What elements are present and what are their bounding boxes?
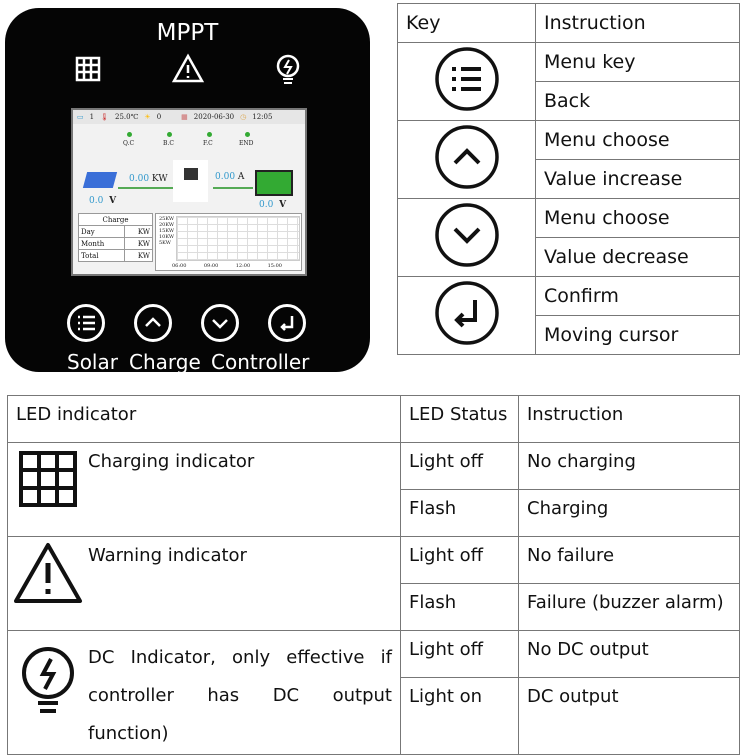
instruction: Charging xyxy=(518,489,740,537)
instruction: Confirm xyxy=(535,276,740,316)
grid-icon xyxy=(19,451,77,507)
led-status: Light on xyxy=(400,677,519,755)
instruction: No DC output xyxy=(518,630,740,678)
battery-voltage: 0.0 xyxy=(259,200,274,210)
x-tick: 15:00 xyxy=(267,263,282,269)
current: 0.00 xyxy=(215,172,236,182)
header-key: Key xyxy=(397,3,536,43)
down-button[interactable] xyxy=(201,304,239,342)
bulb-icon xyxy=(276,54,300,84)
battery-number: 1 xyxy=(89,113,95,121)
charge-table: Charge Day KW Month KW Total KW xyxy=(78,213,154,262)
key-label-charge: Charge xyxy=(129,350,201,374)
controller-icon xyxy=(173,160,208,202)
enter-icon xyxy=(434,281,499,345)
key-label-controller: Controller xyxy=(211,350,310,374)
row-label: Total xyxy=(78,249,125,262)
row-label: Day xyxy=(78,225,125,238)
chevron-down-icon xyxy=(434,203,499,267)
header-status: LED Status xyxy=(400,395,519,443)
pv-power-unit: KW xyxy=(151,174,168,184)
y-tick: 5KW xyxy=(159,240,171,246)
sun-value: 0 xyxy=(156,113,162,121)
temperature: 25.0℃ xyxy=(114,113,139,121)
x-tick: 12:00 xyxy=(235,263,251,269)
led-status: Light off xyxy=(400,442,519,490)
chevron-up-icon xyxy=(434,125,499,189)
device-title: MPPT xyxy=(156,20,219,46)
led-name: Warning indicator xyxy=(88,545,247,566)
instruction: Moving cursor xyxy=(535,315,740,355)
stage-qc: Q.C xyxy=(123,140,135,147)
lcd-screen: ▭ 1 🌡 25.0℃ ☀ 0 ▦ 2020-06-30 ◷ 12:05 Q.C B.C … xyxy=(71,108,307,276)
battery-icon xyxy=(255,170,293,196)
instruction: No charging xyxy=(518,442,740,490)
stage-bc: B.C xyxy=(163,140,174,147)
instruction: Menu choose xyxy=(535,120,740,160)
row-unit: KW xyxy=(123,237,154,250)
time: 12:05 xyxy=(252,113,273,121)
header-led: LED indicator xyxy=(7,395,401,443)
stage-fc: F.C xyxy=(203,140,213,147)
battery-voltage-unit: V xyxy=(279,200,287,210)
row-unit: KW xyxy=(123,225,154,238)
grid-icon xyxy=(75,56,101,82)
led-status: Flash xyxy=(400,583,519,631)
row-unit: KW xyxy=(123,249,154,262)
up-button[interactable] xyxy=(134,304,172,342)
header-instruction: Instruction xyxy=(518,395,740,443)
led-name: DC Indicator, only effective if controll… xyxy=(88,647,392,744)
instruction: DC output xyxy=(518,677,740,755)
pv-voltage: 0.0 xyxy=(89,196,104,206)
instruction: Menu choose xyxy=(535,198,740,238)
led-status: Light off xyxy=(400,630,519,678)
solar-panel-icon xyxy=(82,172,118,188)
header-instruction: Instruction xyxy=(535,3,740,43)
controller-device: MPPT ▭ 1 🌡 25.0℃ ☀ 0 ▦ 2020-06-30 ◷ 12:05 Q.C… xyxy=(5,8,370,374)
x-tick: 09:00 xyxy=(203,263,219,269)
instruction: Failure (buzzer alarm) xyxy=(518,583,740,631)
instruction: Back xyxy=(535,81,740,121)
menu-button[interactable] xyxy=(67,304,105,342)
power-chart: 25KW 20KW 15KW 10KW 5KW 06:00 09:00 12:00 15:00 xyxy=(155,213,302,271)
instruction: Value increase xyxy=(535,159,740,199)
instruction: Menu key xyxy=(535,42,740,82)
led-table: LED indicator LED Status Instruction Charg… xyxy=(7,395,740,755)
bulb-icon xyxy=(22,647,74,713)
warning-icon xyxy=(171,53,205,83)
key-label-solar: Solar xyxy=(67,350,118,374)
enter-button[interactable] xyxy=(268,304,306,342)
instruction: Value decrease xyxy=(535,237,740,277)
stage-end: END xyxy=(239,140,254,147)
pv-power: 0.00 xyxy=(129,174,150,184)
key-table: Key Instruction Menu key Back Menu choose… xyxy=(397,3,740,355)
pv-voltage-unit: V xyxy=(109,196,117,206)
row-label: Month xyxy=(78,237,125,250)
x-tick: 06:00 xyxy=(172,263,187,269)
led-status: Flash xyxy=(400,489,519,537)
led-status: Light off xyxy=(400,536,519,584)
led-name: Charging indicator xyxy=(88,451,255,472)
warning-icon xyxy=(14,543,82,603)
current-unit: A xyxy=(237,172,245,182)
menu-icon xyxy=(434,47,499,111)
date: 2020-06-30 xyxy=(193,113,235,121)
instruction: No failure xyxy=(518,536,740,584)
charge-header: Charge xyxy=(78,213,153,226)
status-bar: ▭ 1 🌡 25.0℃ ☀ 0 ▦ 2020-06-30 ◷ 12:05 xyxy=(73,110,305,124)
